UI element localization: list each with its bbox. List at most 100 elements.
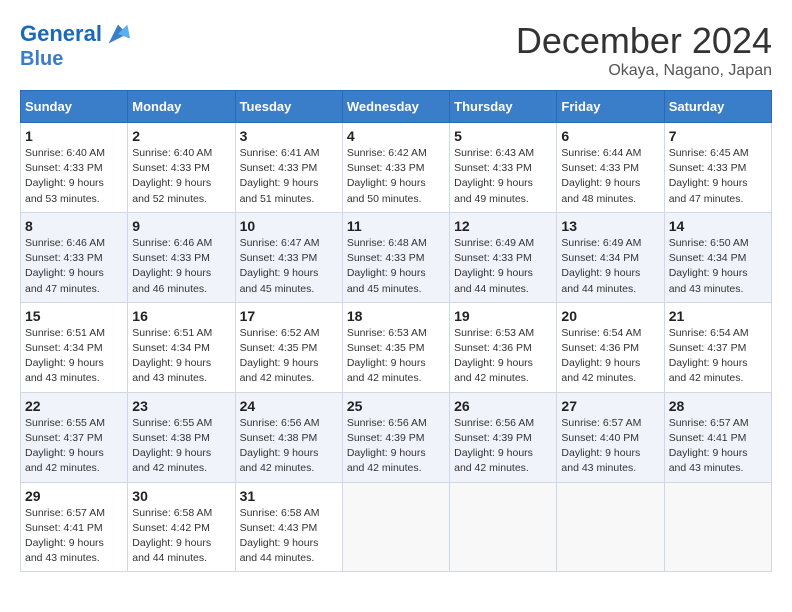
day-info: Sunrise: 6:58 AMSunset: 4:42 PMDaylight:… <box>132 507 212 565</box>
calendar-week-5: 29 Sunrise: 6:57 AMSunset: 4:41 PMDaylig… <box>21 482 772 572</box>
day-number: 4 <box>347 128 445 144</box>
calendar-week-1: 1 Sunrise: 6:40 AMSunset: 4:33 PMDayligh… <box>21 123 772 213</box>
day-info: Sunrise: 6:40 AMSunset: 4:33 PMDaylight:… <box>132 147 212 205</box>
day-number: 13 <box>561 218 659 234</box>
col-wednesday: Wednesday <box>342 91 449 123</box>
col-sunday: Sunday <box>21 91 128 123</box>
calendar-cell: 22 Sunrise: 6:55 AMSunset: 4:37 PMDaylig… <box>21 392 128 482</box>
day-number: 14 <box>669 218 767 234</box>
month-title: December 2024 <box>516 20 772 62</box>
title-block: December 2024 Okaya, Nagano, Japan <box>516 20 772 80</box>
day-info: Sunrise: 6:56 AMSunset: 4:39 PMDaylight:… <box>347 417 427 475</box>
calendar-cell <box>450 482 557 572</box>
day-info: Sunrise: 6:57 AMSunset: 4:41 PMDaylight:… <box>25 507 105 565</box>
calendar-cell <box>342 482 449 572</box>
calendar-cell: 23 Sunrise: 6:55 AMSunset: 4:38 PMDaylig… <box>128 392 235 482</box>
day-info: Sunrise: 6:50 AMSunset: 4:34 PMDaylight:… <box>669 237 749 295</box>
day-info: Sunrise: 6:46 AMSunset: 4:33 PMDaylight:… <box>132 237 212 295</box>
day-number: 16 <box>132 308 230 324</box>
day-info: Sunrise: 6:56 AMSunset: 4:39 PMDaylight:… <box>454 417 534 475</box>
day-info: Sunrise: 6:44 AMSunset: 4:33 PMDaylight:… <box>561 147 641 205</box>
day-number: 21 <box>669 308 767 324</box>
logo-icon <box>104 20 132 48</box>
calendar-cell: 27 Sunrise: 6:57 AMSunset: 4:40 PMDaylig… <box>557 392 664 482</box>
day-number: 1 <box>25 128 123 144</box>
day-info: Sunrise: 6:49 AMSunset: 4:34 PMDaylight:… <box>561 237 641 295</box>
day-info: Sunrise: 6:57 AMSunset: 4:41 PMDaylight:… <box>669 417 749 475</box>
day-number: 17 <box>240 308 338 324</box>
calendar-cell: 28 Sunrise: 6:57 AMSunset: 4:41 PMDaylig… <box>664 392 771 482</box>
calendar-cell: 13 Sunrise: 6:49 AMSunset: 4:34 PMDaylig… <box>557 212 664 302</box>
day-info: Sunrise: 6:53 AMSunset: 4:36 PMDaylight:… <box>454 327 534 385</box>
day-number: 24 <box>240 398 338 414</box>
calendar-cell: 21 Sunrise: 6:54 AMSunset: 4:37 PMDaylig… <box>664 302 771 392</box>
calendar-cell: 6 Sunrise: 6:44 AMSunset: 4:33 PMDayligh… <box>557 123 664 213</box>
day-number: 20 <box>561 308 659 324</box>
day-info: Sunrise: 6:58 AMSunset: 4:43 PMDaylight:… <box>240 507 320 565</box>
day-number: 8 <box>25 218 123 234</box>
calendar-cell: 19 Sunrise: 6:53 AMSunset: 4:36 PMDaylig… <box>450 302 557 392</box>
day-info: Sunrise: 6:41 AMSunset: 4:33 PMDaylight:… <box>240 147 320 205</box>
day-number: 5 <box>454 128 552 144</box>
calendar-cell: 10 Sunrise: 6:47 AMSunset: 4:33 PMDaylig… <box>235 212 342 302</box>
day-info: Sunrise: 6:45 AMSunset: 4:33 PMDaylight:… <box>669 147 749 205</box>
day-info: Sunrise: 6:40 AMSunset: 4:33 PMDaylight:… <box>25 147 105 205</box>
day-number: 30 <box>132 488 230 504</box>
day-number: 29 <box>25 488 123 504</box>
day-number: 28 <box>669 398 767 414</box>
day-number: 27 <box>561 398 659 414</box>
day-info: Sunrise: 6:54 AMSunset: 4:36 PMDaylight:… <box>561 327 641 385</box>
calendar-cell: 16 Sunrise: 6:51 AMSunset: 4:34 PMDaylig… <box>128 302 235 392</box>
day-number: 12 <box>454 218 552 234</box>
calendar-cell: 25 Sunrise: 6:56 AMSunset: 4:39 PMDaylig… <box>342 392 449 482</box>
calendar-cell: 30 Sunrise: 6:58 AMSunset: 4:42 PMDaylig… <box>128 482 235 572</box>
day-info: Sunrise: 6:49 AMSunset: 4:33 PMDaylight:… <box>454 237 534 295</box>
day-number: 31 <box>240 488 338 504</box>
calendar-cell: 9 Sunrise: 6:46 AMSunset: 4:33 PMDayligh… <box>128 212 235 302</box>
calendar-cell: 14 Sunrise: 6:50 AMSunset: 4:34 PMDaylig… <box>664 212 771 302</box>
calendar-cell: 1 Sunrise: 6:40 AMSunset: 4:33 PMDayligh… <box>21 123 128 213</box>
day-info: Sunrise: 6:51 AMSunset: 4:34 PMDaylight:… <box>25 327 105 385</box>
day-number: 10 <box>240 218 338 234</box>
day-info: Sunrise: 6:53 AMSunset: 4:35 PMDaylight:… <box>347 327 427 385</box>
day-number: 22 <box>25 398 123 414</box>
day-info: Sunrise: 6:56 AMSunset: 4:38 PMDaylight:… <box>240 417 320 475</box>
calendar-cell: 5 Sunrise: 6:43 AMSunset: 4:33 PMDayligh… <box>450 123 557 213</box>
day-info: Sunrise: 6:47 AMSunset: 4:33 PMDaylight:… <box>240 237 320 295</box>
calendar-week-4: 22 Sunrise: 6:55 AMSunset: 4:37 PMDaylig… <box>21 392 772 482</box>
day-info: Sunrise: 6:57 AMSunset: 4:40 PMDaylight:… <box>561 417 641 475</box>
calendar-cell: 24 Sunrise: 6:56 AMSunset: 4:38 PMDaylig… <box>235 392 342 482</box>
col-saturday: Saturday <box>664 91 771 123</box>
day-info: Sunrise: 6:43 AMSunset: 4:33 PMDaylight:… <box>454 147 534 205</box>
col-thursday: Thursday <box>450 91 557 123</box>
day-info: Sunrise: 6:55 AMSunset: 4:37 PMDaylight:… <box>25 417 105 475</box>
calendar-cell: 8 Sunrise: 6:46 AMSunset: 4:33 PMDayligh… <box>21 212 128 302</box>
day-info: Sunrise: 6:42 AMSunset: 4:33 PMDaylight:… <box>347 147 427 205</box>
day-number: 25 <box>347 398 445 414</box>
day-info: Sunrise: 6:48 AMSunset: 4:33 PMDaylight:… <box>347 237 427 295</box>
day-info: Sunrise: 6:52 AMSunset: 4:35 PMDaylight:… <box>240 327 320 385</box>
day-number: 15 <box>25 308 123 324</box>
col-friday: Friday <box>557 91 664 123</box>
col-tuesday: Tuesday <box>235 91 342 123</box>
calendar-cell: 20 Sunrise: 6:54 AMSunset: 4:36 PMDaylig… <box>557 302 664 392</box>
calendar-cell: 3 Sunrise: 6:41 AMSunset: 4:33 PMDayligh… <box>235 123 342 213</box>
day-info: Sunrise: 6:54 AMSunset: 4:37 PMDaylight:… <box>669 327 749 385</box>
page-header: General Blue December 2024 Okaya, Nagano… <box>20 20 772 80</box>
day-info: Sunrise: 6:51 AMSunset: 4:34 PMDaylight:… <box>132 327 212 385</box>
calendar-cell: 4 Sunrise: 6:42 AMSunset: 4:33 PMDayligh… <box>342 123 449 213</box>
day-number: 9 <box>132 218 230 234</box>
calendar-week-3: 15 Sunrise: 6:51 AMSunset: 4:34 PMDaylig… <box>21 302 772 392</box>
col-monday: Monday <box>128 91 235 123</box>
day-number: 7 <box>669 128 767 144</box>
day-number: 2 <box>132 128 230 144</box>
day-number: 18 <box>347 308 445 324</box>
day-number: 19 <box>454 308 552 324</box>
logo: General Blue <box>20 20 132 70</box>
day-number: 26 <box>454 398 552 414</box>
day-number: 23 <box>132 398 230 414</box>
calendar-week-2: 8 Sunrise: 6:46 AMSunset: 4:33 PMDayligh… <box>21 212 772 302</box>
calendar-cell: 18 Sunrise: 6:53 AMSunset: 4:35 PMDaylig… <box>342 302 449 392</box>
header-row: Sunday Monday Tuesday Wednesday Thursday… <box>21 91 772 123</box>
calendar-cell: 26 Sunrise: 6:56 AMSunset: 4:39 PMDaylig… <box>450 392 557 482</box>
